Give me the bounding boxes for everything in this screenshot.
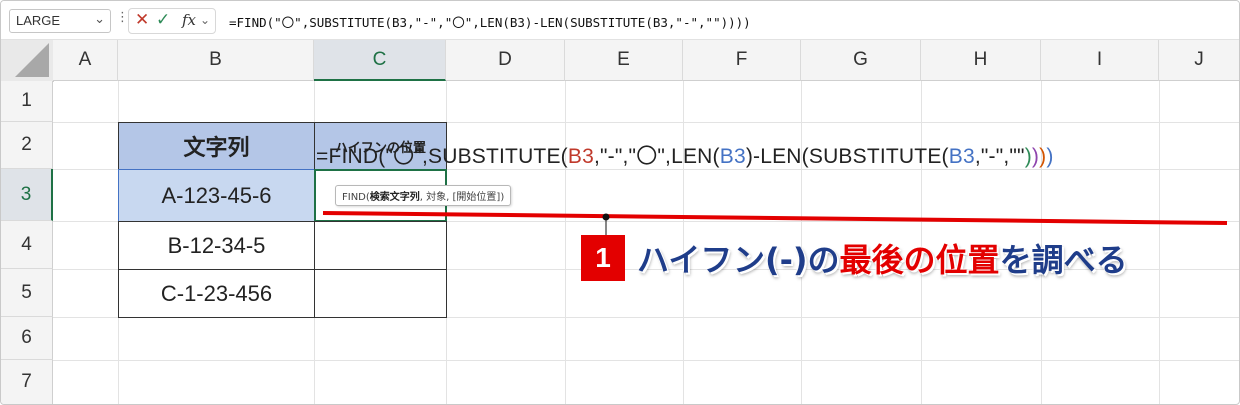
column-header-g[interactable]: G — [801, 40, 921, 81]
formula-part: ,"-","〇",LEN( — [593, 145, 720, 168]
column-header-a[interactable]: A — [53, 40, 118, 81]
column-header-e[interactable]: E — [565, 40, 683, 81]
name-box[interactable]: LARGE ⌄ — [9, 9, 111, 33]
formula-paren: ) — [1046, 145, 1054, 168]
column-header-h[interactable]: H — [921, 40, 1041, 81]
spreadsheet-grid: A B C D E F G H I J 1 2 3 4 5 6 7 文字列 ハイ… — [1, 40, 1239, 404]
column-header-j[interactable]: J — [1159, 40, 1239, 81]
cell-c4[interactable] — [314, 221, 447, 270]
row-header-3[interactable]: 3 — [1, 169, 53, 221]
chevron-down-icon[interactable]: ⌄ — [94, 12, 105, 27]
row-header-7[interactable]: 7 — [1, 360, 53, 404]
cell-b4[interactable]: B-12-34-5 — [118, 221, 315, 270]
row-header-1[interactable]: 1 — [1, 81, 53, 122]
name-box-value: LARGE — [16, 13, 61, 28]
row-header-2[interactable]: 2 — [1, 122, 53, 169]
tooltip-args: , 対象, [開始位置]) — [419, 192, 505, 203]
formula-paren: ) — [1024, 145, 1032, 168]
excel-window: LARGE ⌄ ⋮ ✕ ✓ fx ⌄ =FIND("〇",SUBSTITUTE(… — [0, 0, 1240, 405]
function-tooltip: FIND(検索文字列, 対象, [開始位置]) — [335, 185, 512, 206]
formula-part: ,"-","" — [974, 145, 1025, 168]
step-title-highlight: 最後の位置 — [839, 241, 1000, 279]
chevron-down-icon[interactable]: ⌄ — [200, 13, 210, 27]
cell-b5[interactable]: C-1-23-456 — [118, 269, 315, 318]
tooltip-current-arg[interactable]: 検索文字列 — [370, 192, 420, 203]
table-header-string[interactable]: 文字列 — [118, 122, 315, 170]
formula-bar: LARGE ⌄ ⋮ ✕ ✓ fx ⌄ =FIND("〇",SUBSTITUTE(… — [1, 1, 1239, 40]
step-title-part: を調べる — [999, 241, 1128, 279]
row-header-6[interactable]: 6 — [1, 317, 53, 360]
column-header-f[interactable]: F — [683, 40, 801, 81]
cell-c5[interactable] — [314, 269, 447, 318]
step-title: ハイフン(-)の最後の位置を調べる — [637, 235, 1128, 281]
cell-b3[interactable]: A-123-45-6 — [118, 169, 315, 222]
row-header-4[interactable]: 4 — [1, 221, 53, 269]
column-header-d[interactable]: D — [446, 40, 565, 81]
formula-part: =FIND("〇",SUBSTITUTE( — [316, 145, 568, 168]
formula-ref-b3: B3 — [948, 145, 975, 168]
column-header-i[interactable]: I — [1041, 40, 1159, 81]
column-header-c[interactable]: C — [314, 40, 446, 81]
select-all-button[interactable] — [1, 40, 54, 82]
step-number-badge: 1 — [581, 235, 625, 281]
step-title-part: ハイフン(-)の — [637, 241, 840, 279]
column-header-b[interactable]: B — [118, 40, 314, 81]
formula-controls: ✕ ✓ fx ⌄ — [128, 8, 216, 34]
formula-ref-b3: B3 — [719, 145, 746, 168]
fx-icon[interactable]: fx — [182, 11, 196, 29]
tooltip-function: FIND( — [342, 192, 370, 203]
check-icon[interactable]: ✓ — [156, 10, 170, 30]
formula-ref-b3: B3 — [567, 145, 594, 168]
step-callout: 1 ハイフン(-)の最後の位置を調べる — [581, 235, 1128, 281]
formula-input[interactable]: =FIND("〇",SUBSTITUTE(B3,"-","〇",LEN(B3)-… — [229, 12, 751, 31]
cancel-icon[interactable]: ✕ — [135, 10, 149, 30]
formula-part: )-LEN(SUBSTITUTE( — [745, 145, 949, 168]
in-cell-formula[interactable]: =FIND("〇",SUBSTITUTE(B3,"-","〇",LEN(B3)-… — [316, 140, 1054, 170]
row-header-5[interactable]: 5 — [1, 269, 53, 317]
